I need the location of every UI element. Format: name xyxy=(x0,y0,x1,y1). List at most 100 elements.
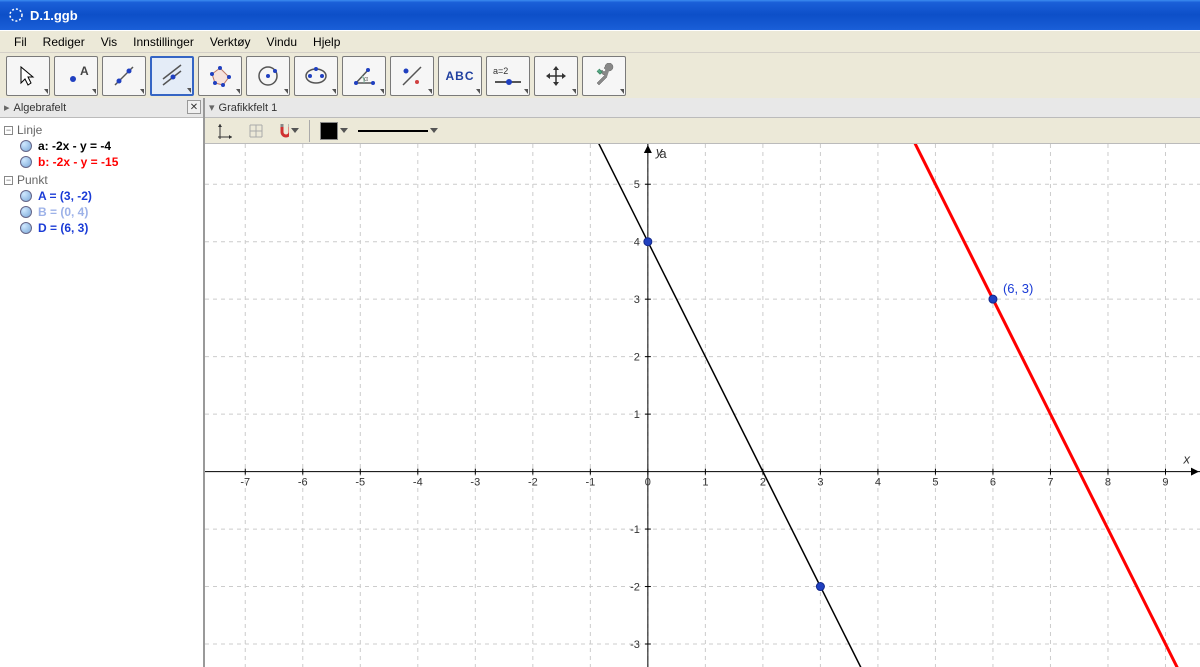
graph-canvas[interactable]: -7-6-5-4-3-2-10123456789-3-2-112345xya(6… xyxy=(205,144,1200,667)
slider-icon: a=2 xyxy=(489,63,527,89)
grid-icon xyxy=(247,122,265,140)
parallel-line-icon xyxy=(159,63,185,89)
tool-line[interactable] xyxy=(102,56,146,96)
object-bullet-icon xyxy=(20,156,32,168)
menu-verktoy[interactable]: Verktøy xyxy=(202,33,259,51)
graphics-header[interactable]: ▾ Grafikkfelt 1 xyxy=(205,98,1200,118)
graphics-title: Grafikkfelt 1 xyxy=(219,102,278,114)
svg-text:-3: -3 xyxy=(630,639,640,651)
tool-transform[interactable] xyxy=(390,56,434,96)
line-style-picker[interactable] xyxy=(358,128,438,133)
algebra-panel: ▸ Algebrafelt ✕ − Linje a: -2x - y = -4 … xyxy=(0,98,205,667)
menubar: Fil Rediger Vis Innstillinger Verktøy Vi… xyxy=(0,30,1200,52)
svg-text:-3: -3 xyxy=(470,477,480,489)
main: ▸ Algebrafelt ✕ − Linje a: -2x - y = -4 … xyxy=(0,98,1200,667)
grid-toggle[interactable] xyxy=(245,120,267,142)
svg-text:2: 2 xyxy=(634,352,640,364)
toolbar: A α ABC a=2 xyxy=(0,52,1200,98)
color-picker[interactable] xyxy=(320,122,348,140)
svg-text:4: 4 xyxy=(875,477,881,489)
algebra-title: Algebrafelt xyxy=(14,102,67,114)
svg-text:α: α xyxy=(364,76,368,83)
svg-text:9: 9 xyxy=(1162,477,1168,489)
svg-text:-5: -5 xyxy=(355,477,365,489)
svg-text:6: 6 xyxy=(990,477,996,489)
panel-close-button[interactable]: ✕ xyxy=(187,100,201,114)
collapse-arrow-icon: ▸ xyxy=(4,101,10,114)
menu-innstillinger[interactable]: Innstillinger xyxy=(125,33,202,51)
tool-conic[interactable] xyxy=(294,56,338,96)
window-titlebar: D.1.ggb xyxy=(0,0,1200,30)
svg-text:0: 0 xyxy=(645,477,651,489)
dropdown-arrow-icon xyxy=(291,128,299,133)
angle-icon: α xyxy=(351,63,377,89)
circle-center-icon xyxy=(255,63,281,89)
point-icon: A xyxy=(63,63,89,89)
svg-text:3: 3 xyxy=(817,477,823,489)
tree-item-b[interactable]: b: -2x - y = -15 xyxy=(4,154,199,170)
graphics-toolbar xyxy=(205,118,1200,144)
ellipse-icon xyxy=(303,63,329,89)
color-swatch-icon xyxy=(320,122,338,140)
arrow-cursor-icon xyxy=(15,63,41,89)
tool-custom[interactable] xyxy=(582,56,626,96)
tree-item-D[interactable]: D = (6, 3) xyxy=(4,220,199,236)
svg-text:a=2: a=2 xyxy=(493,66,508,76)
tree-group-line[interactable]: − Linje xyxy=(4,122,199,138)
svg-text:-1: -1 xyxy=(630,524,640,536)
object-bullet-icon xyxy=(20,206,32,218)
line-two-points-icon xyxy=(111,63,137,89)
tool-point[interactable]: A xyxy=(54,56,98,96)
tool-parallel-line[interactable] xyxy=(150,56,194,96)
svg-text:3: 3 xyxy=(634,294,640,306)
svg-text:5: 5 xyxy=(932,477,938,489)
object-bullet-icon xyxy=(20,222,32,234)
svg-text:4: 4 xyxy=(634,237,640,249)
magnet-toggle[interactable] xyxy=(277,120,299,142)
reflect-icon xyxy=(399,63,425,89)
svg-text:A: A xyxy=(80,64,89,78)
tool-text[interactable]: ABC xyxy=(438,56,482,96)
tool-slider[interactable]: a=2 xyxy=(486,56,530,96)
tool-circle[interactable] xyxy=(246,56,290,96)
svg-text:-6: -6 xyxy=(298,477,308,489)
menu-vis[interactable]: Vis xyxy=(93,33,125,51)
svg-text:1: 1 xyxy=(702,477,708,489)
polygon-icon xyxy=(207,63,233,89)
axes-toggle[interactable] xyxy=(213,120,235,142)
svg-text:-2: -2 xyxy=(528,477,538,489)
algebra-tree: − Linje a: -2x - y = -4 b: -2x - y = -15… xyxy=(0,118,203,242)
minus-icon: − xyxy=(4,176,13,185)
svg-text:-1: -1 xyxy=(585,477,595,489)
svg-text:8: 8 xyxy=(1105,477,1111,489)
svg-text:5: 5 xyxy=(634,179,640,191)
tree-group-point[interactable]: − Punkt xyxy=(4,172,199,188)
tool-angle[interactable]: α xyxy=(342,56,386,96)
dropdown-arrow-icon xyxy=(340,128,348,133)
svg-text:x: x xyxy=(1183,452,1191,467)
menu-vindu[interactable]: Vindu xyxy=(259,33,305,51)
tool-move-view[interactable] xyxy=(534,56,578,96)
svg-text:-2: -2 xyxy=(630,582,640,594)
tool-polygon[interactable] xyxy=(198,56,242,96)
svg-text:7: 7 xyxy=(1047,477,1053,489)
object-bullet-icon xyxy=(20,190,32,202)
svg-text:a: a xyxy=(659,146,667,161)
menu-fil[interactable]: Fil xyxy=(6,33,35,51)
tree-item-A[interactable]: A = (3, -2) xyxy=(4,188,199,204)
svg-text:-7: -7 xyxy=(240,477,250,489)
svg-text:-4: -4 xyxy=(413,477,423,489)
app-icon xyxy=(8,7,24,23)
object-bullet-icon xyxy=(20,140,32,152)
wrench-icon xyxy=(591,63,617,89)
menu-rediger[interactable]: Rediger xyxy=(35,33,93,51)
tree-item-B[interactable]: B = (0, 4) xyxy=(4,204,199,220)
graphics-panel: ▾ Grafikkfelt 1 -7- xyxy=(205,98,1200,667)
svg-text:(6, 3): (6, 3) xyxy=(1003,281,1033,296)
svg-text:1: 1 xyxy=(634,409,640,421)
tree-item-a[interactable]: a: -2x - y = -4 xyxy=(4,138,199,154)
algebra-header[interactable]: ▸ Algebrafelt ✕ xyxy=(0,98,203,118)
magnet-icon xyxy=(277,122,289,140)
menu-hjelp[interactable]: Hjelp xyxy=(305,33,348,51)
tool-move[interactable] xyxy=(6,56,50,96)
